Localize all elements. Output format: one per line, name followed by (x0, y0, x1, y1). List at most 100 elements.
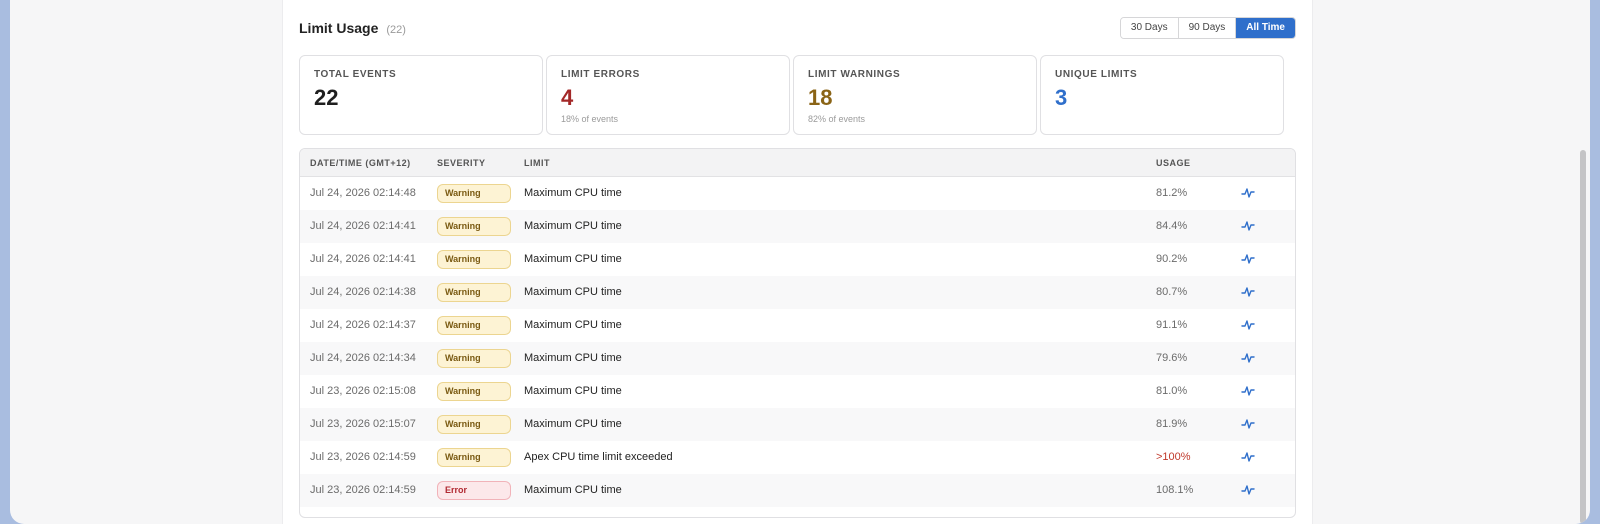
limit-events-table: DATE/TIME (GMT+12) SEVERITY LIMIT USAGE … (299, 148, 1296, 518)
table-row[interactable]: Jul 23, 2026 02:14:59 Error Maximum CPU ti… (300, 474, 1295, 507)
table-row[interactable]: Jul 24, 2026 02:14:41 Warning Maximum CPU … (300, 243, 1295, 276)
activity-chart-icon[interactable] (1241, 187, 1255, 199)
card-unique-limits: UNIQUE LIMITS 3 (1040, 55, 1284, 135)
row-limit: Maximum CPU time (524, 352, 622, 364)
severity-badge: Warning (437, 217, 511, 236)
row-limit: Maximum CPU time (524, 286, 622, 298)
row-datetime: Jul 24, 2026 02:14:38 (310, 286, 416, 298)
row-severity: Error (437, 481, 511, 500)
row-severity: Warning (437, 217, 511, 236)
activity-chart-icon[interactable] (1241, 385, 1255, 397)
row-severity: Warning (437, 415, 511, 434)
card-label: UNIQUE LIMITS (1055, 69, 1138, 80)
row-severity: Warning (437, 316, 511, 335)
row-severity: Warning (437, 382, 511, 401)
card-value: 22 (314, 85, 339, 110)
card-limit-warnings: LIMIT WARNINGS 18 82% of events (793, 55, 1037, 135)
row-datetime: Jul 24, 2026 02:14:37 (310, 319, 416, 331)
card-value: 3 (1055, 85, 1068, 110)
row-limit: Maximum CPU time (524, 319, 622, 331)
row-limit: Maximum CPU time (524, 484, 622, 496)
table-row[interactable]: Jul 23, 2026 02:15:08 Warning Maximum CPU … (300, 375, 1295, 408)
row-severity: Warning (437, 448, 511, 467)
card-value: 4 (561, 85, 574, 110)
row-usage: >100% (1156, 451, 1191, 463)
activity-chart-icon[interactable] (1241, 418, 1255, 430)
activity-chart-icon[interactable] (1241, 319, 1255, 331)
activity-chart-icon[interactable] (1241, 484, 1255, 496)
activity-chart-icon[interactable] (1241, 352, 1255, 364)
card-label: LIMIT WARNINGS (808, 69, 901, 80)
severity-badge: Warning (437, 382, 511, 401)
severity-badge: Error (437, 481, 511, 500)
range-30-days-button[interactable]: 30 Days (1120, 18, 1179, 38)
row-severity: Warning (437, 349, 511, 368)
card-subtext: 18% of events (561, 114, 619, 124)
row-datetime: Jul 23, 2026 02:15:07 (310, 418, 416, 430)
table-row[interactable]: Jul 23, 2026 02:14:59 Warning Apex CPU tim… (300, 441, 1295, 474)
scrollbar[interactable] (1580, 150, 1586, 524)
row-datetime: Jul 23, 2026 02:15:08 (310, 385, 416, 397)
card-label: LIMIT ERRORS (561, 69, 640, 80)
app-window: Limit Usage (22) 30 Days 90 Days All Time… (10, 0, 1590, 524)
card-total-events: TOTAL EVENTS 22 (299, 55, 543, 135)
severity-badge: Warning (437, 415, 511, 434)
row-limit: Maximum CPU time (524, 220, 622, 232)
panel-header: Limit Usage (22) 30 Days 90 Days All Time (299, 17, 1296, 39)
column-header-limit[interactable]: LIMIT (524, 158, 550, 168)
severity-badge: Warning (437, 448, 511, 467)
activity-chart-icon[interactable] (1241, 286, 1255, 298)
table-row[interactable]: Jul 24, 2026 02:14:37 Warning Maximum CPU … (300, 309, 1295, 342)
activity-chart-icon[interactable] (1241, 451, 1255, 463)
range-all-time-button[interactable]: All Time (1236, 18, 1295, 38)
activity-chart-icon[interactable] (1241, 220, 1255, 232)
row-datetime: Jul 23, 2026 02:14:59 (310, 484, 416, 496)
row-datetime: Jul 24, 2026 02:14:41 (310, 220, 416, 232)
column-header-datetime[interactable]: DATE/TIME (GMT+12) (310, 158, 411, 168)
table-row[interactable]: Jul 24, 2026 02:14:34 Warning Maximum CPU … (300, 342, 1295, 375)
card-subtext: 82% of events (808, 114, 866, 124)
row-datetime: Jul 24, 2026 02:14:41 (310, 253, 416, 265)
panel-title: Limit Usage (22) (299, 20, 406, 36)
row-datetime: Jul 24, 2026 02:14:34 (310, 352, 416, 364)
row-limit: Maximum CPU time (524, 253, 622, 265)
row-usage: 108.1% (1156, 484, 1194, 496)
row-datetime: Jul 23, 2026 02:14:59 (310, 451, 416, 463)
column-header-severity[interactable]: SEVERITY (437, 158, 486, 168)
table-row[interactable]: Jul 24, 2026 02:14:38 Warning Maximum CPU … (300, 276, 1295, 309)
summary-cards: TOTAL EVENTS 22 LIMIT ERRORS 4 18% of ev… (299, 55, 1296, 135)
severity-badge: Warning (437, 283, 511, 302)
row-severity: Warning (437, 184, 511, 203)
table-row[interactable]: Jul 24, 2026 02:14:41 Warning Maximum CPU … (300, 210, 1295, 243)
row-limit: Apex CPU time limit exceeded (524, 451, 673, 463)
row-limit: Maximum CPU time (524, 187, 622, 199)
column-header-usage[interactable]: USAGE (1156, 158, 1191, 168)
row-datetime: Jul 24, 2026 02:14:48 (310, 187, 416, 199)
row-usage: 91.1% (1156, 319, 1188, 331)
table-body: Jul 24, 2026 02:14:48 Warning Maximum CPU … (300, 177, 1295, 507)
row-usage: 81.0% (1156, 385, 1188, 397)
title-text: Limit Usage (299, 20, 379, 36)
row-usage: 81.9% (1156, 418, 1188, 430)
severity-badge: Warning (437, 250, 511, 269)
row-usage: 79.6% (1156, 352, 1188, 364)
activity-chart-icon[interactable] (1241, 253, 1255, 265)
severity-badge: Warning (437, 184, 511, 203)
event-count: (22) (386, 24, 406, 36)
table-row[interactable]: Jul 23, 2026 02:15:07 Warning Maximum CPU … (300, 408, 1295, 441)
range-90-days-button[interactable]: 90 Days (1178, 18, 1237, 38)
row-limit: Maximum CPU time (524, 385, 622, 397)
card-value: 18 (808, 85, 833, 110)
time-range-selector: 30 Days 90 Days All Time (1119, 17, 1296, 39)
row-usage: 90.2% (1156, 253, 1188, 265)
row-severity: Warning (437, 250, 511, 269)
row-usage: 81.2% (1156, 187, 1188, 199)
table-header: DATE/TIME (GMT+12) SEVERITY LIMIT USAGE (300, 149, 1295, 177)
row-limit: Maximum CPU time (524, 418, 622, 430)
severity-badge: Warning (437, 349, 511, 368)
table-row[interactable]: Jul 24, 2026 02:14:48 Warning Maximum CPU … (300, 177, 1295, 210)
severity-badge: Warning (437, 316, 511, 335)
card-label: TOTAL EVENTS (314, 69, 397, 80)
card-limit-errors: LIMIT ERRORS 4 18% of events (546, 55, 790, 135)
row-severity: Warning (437, 283, 511, 302)
